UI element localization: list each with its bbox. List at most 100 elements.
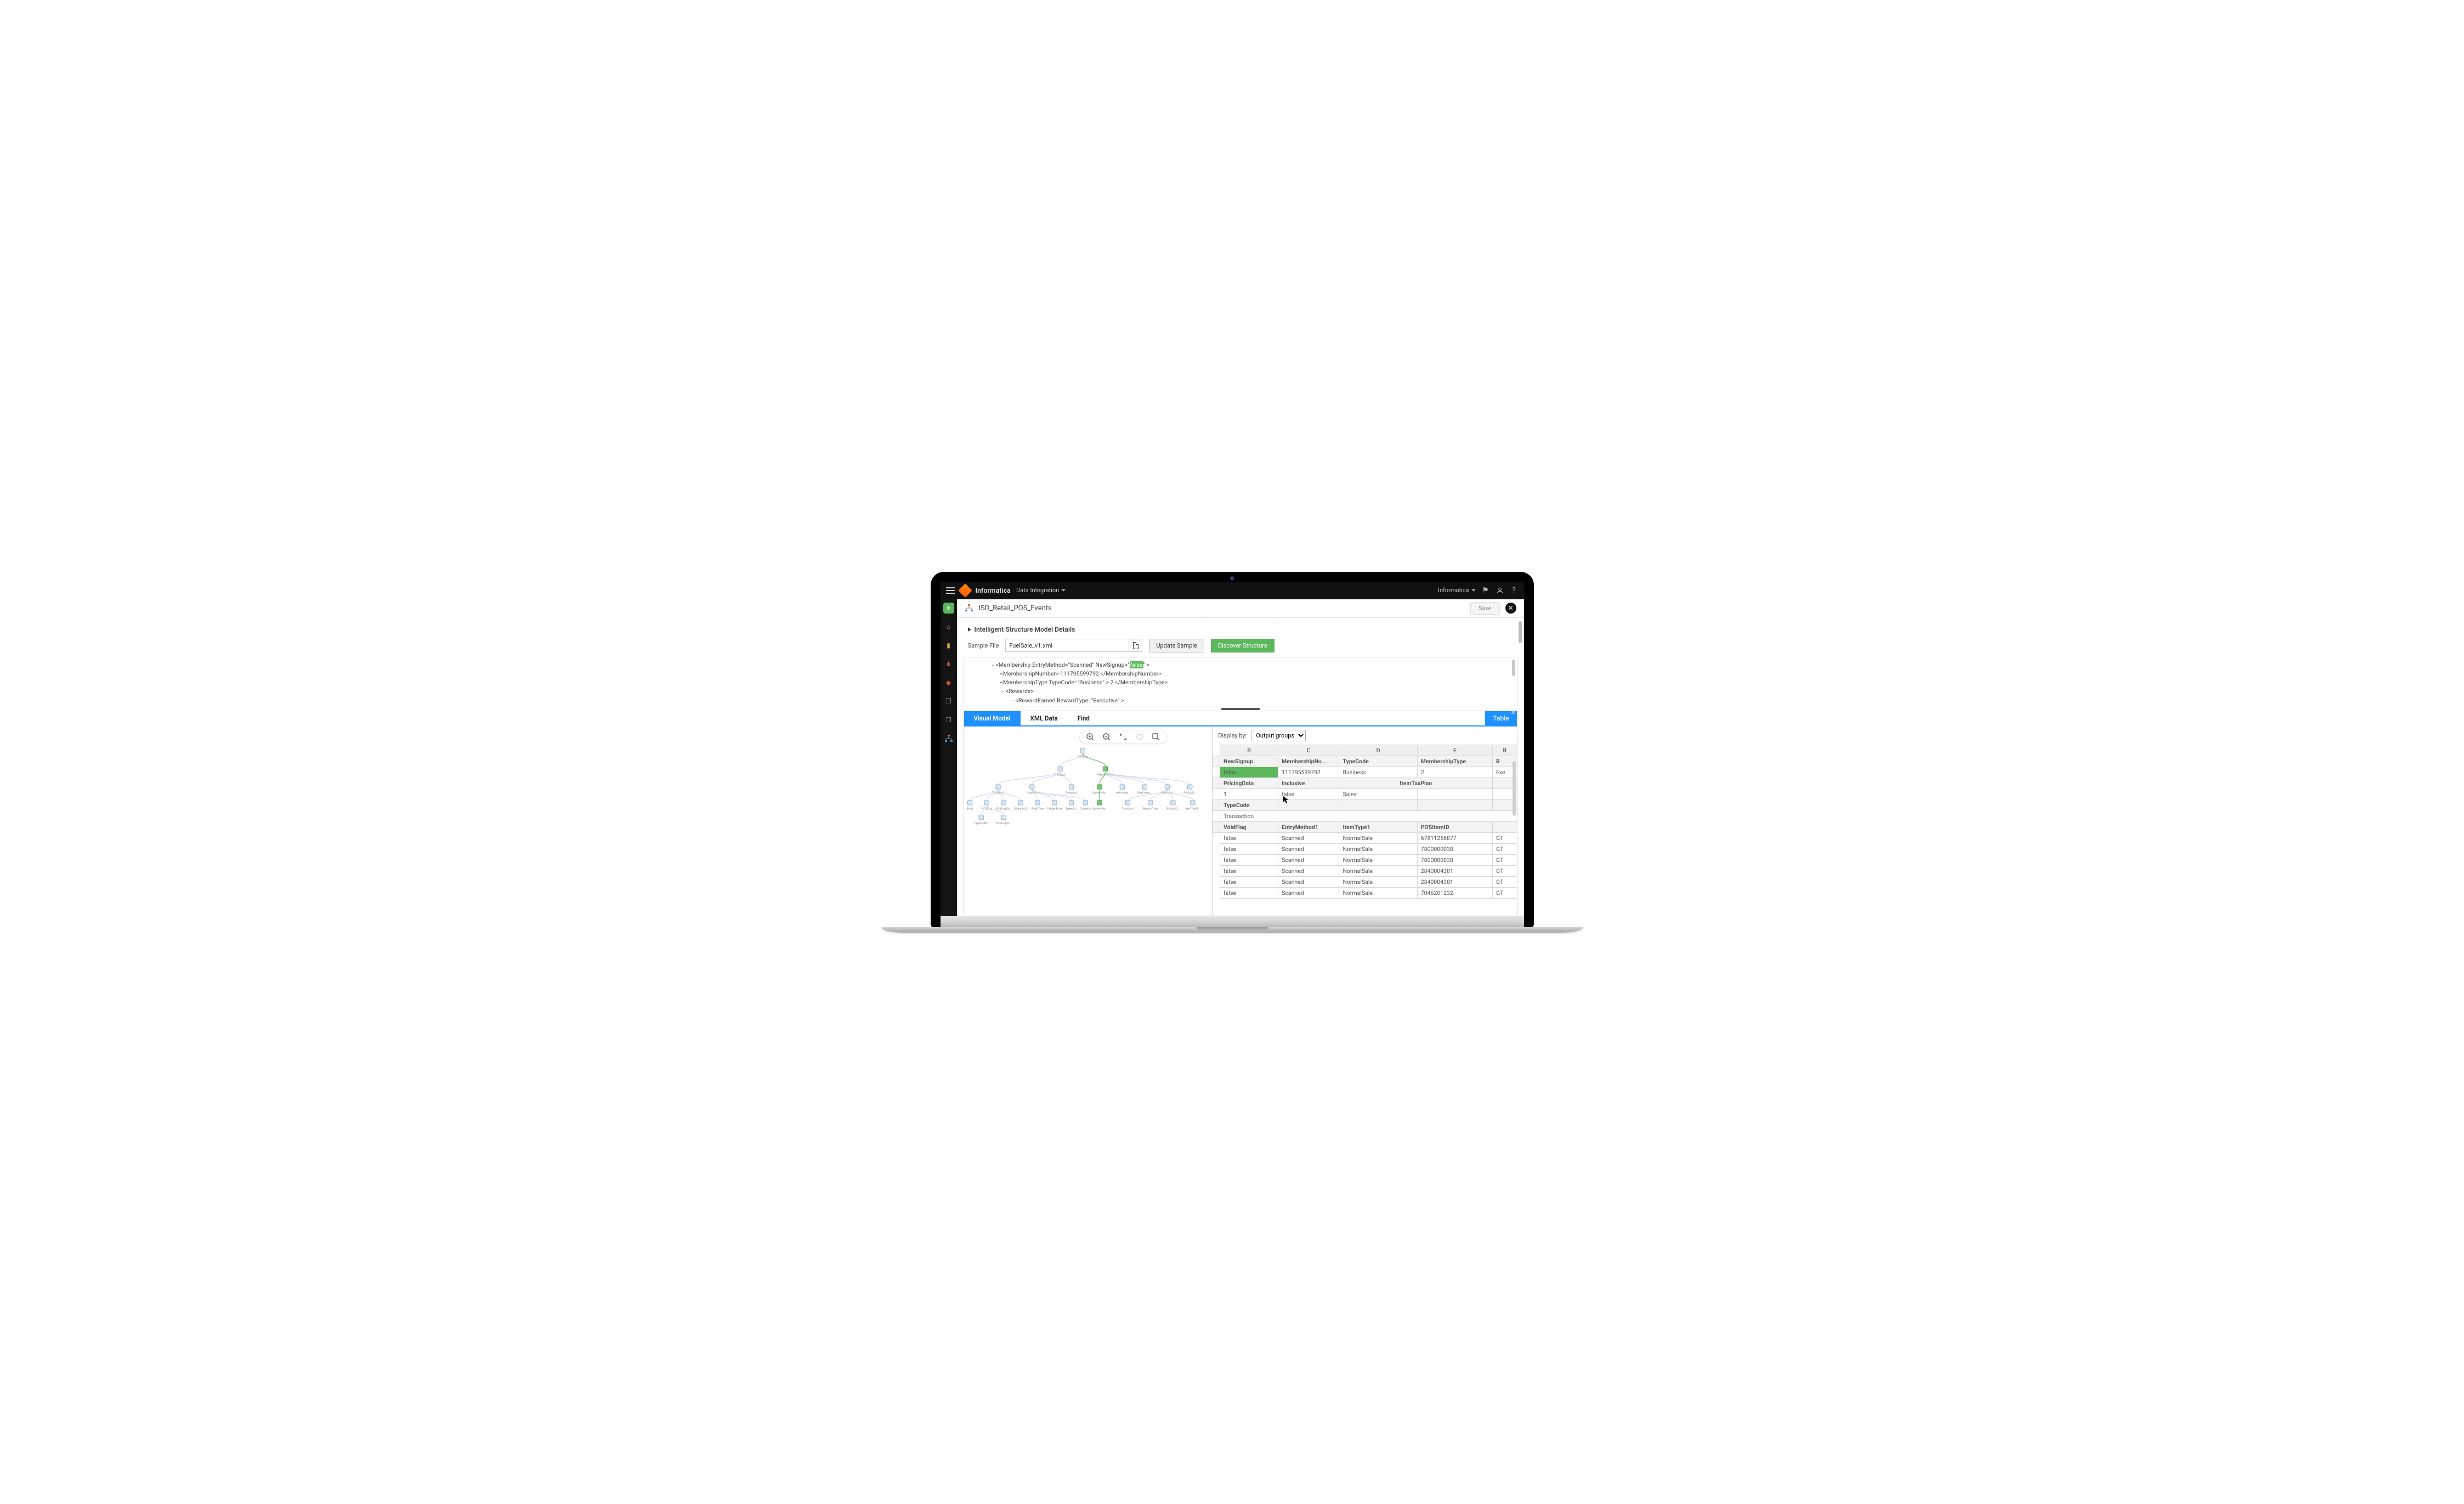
- brand-name: Informatica: [976, 587, 1011, 594]
- data-grid-wrap: B C D E R: [1213, 745, 1516, 916]
- grid-data-row[interactable]: falseScannedNormalSale2840004381GT: [1213, 865, 1517, 876]
- xml-line: " >: [1143, 661, 1149, 668]
- zoom-out-icon[interactable]: [1102, 732, 1112, 742]
- svg-text:Body: Body: [966, 807, 973, 810]
- svg-text:TypeCodeE: TypeCodeE: [974, 822, 988, 825]
- model-tabs: Visual Model XML Data Find Table ✕: [964, 711, 1517, 727]
- save-button[interactable]: Save: [1470, 602, 1500, 615]
- locate-icon[interactable]: [1151, 732, 1161, 742]
- grid-header-row: NewSignupMembershipNu...TypeCodeMembersh…: [1213, 756, 1517, 767]
- table-view-chip[interactable]: Table ✕: [1485, 711, 1516, 725]
- laptop-frame: Informatica Data Integration Informatica…: [931, 572, 1534, 933]
- nav-home-icon[interactable]: ⌂: [943, 621, 954, 632]
- svg-text:POSLog: POSLog: [982, 807, 992, 810]
- sample-file-input-group: [1005, 639, 1142, 652]
- svg-text:PricingD...: PricingD...: [1166, 807, 1179, 810]
- doc-type-icon: [965, 604, 973, 612]
- laptop-hinge: [941, 916, 1524, 928]
- svg-text:OperatorID: OperatorID: [1013, 807, 1027, 810]
- table-chip-label: Table: [1493, 714, 1509, 722]
- sample-file-label: Sample File: [968, 642, 999, 649]
- row-handle[interactable]: [1213, 777, 1220, 788]
- xml-scrollbar[interactable]: [1512, 660, 1515, 676]
- grid-header-row: VoidFlagEntryMethod1ItemType1POSItemID: [1213, 821, 1517, 832]
- data-grid: B C D E R: [1213, 745, 1516, 899]
- document-title: ISD_Retail_POS_Events: [979, 604, 1052, 612]
- svg-text:POSLogDo...: POSLogDo...: [995, 807, 1011, 810]
- tab-xml-data[interactable]: XML Data: [1021, 711, 1068, 725]
- grid-data-row[interactable]: falseScannedNormalSale7800000038GT: [1213, 843, 1517, 854]
- left-nav: + ⌂ ▮ ⋔ ◆ ❐ ❐: [941, 599, 957, 916]
- close-button[interactable]: ✕: [1505, 603, 1516, 614]
- nav-copy2-icon[interactable]: ❐: [943, 714, 954, 725]
- display-label: Display by:: [1218, 732, 1247, 739]
- svg-text:GroceryRe...: GroceryRe...: [1092, 807, 1107, 810]
- body-scrollbar[interactable]: [1519, 621, 1522, 916]
- grid-header-row: TypeCode: [1213, 799, 1517, 810]
- row-handle[interactable]: [1213, 756, 1220, 767]
- tab-find[interactable]: Find: [1068, 711, 1100, 725]
- details-accordion[interactable]: Intelligent Structure Model Details: [964, 622, 1517, 637]
- product-switcher[interactable]: Data Integration: [1016, 587, 1066, 594]
- sample-file-input[interactable]: [1006, 642, 1129, 649]
- svg-text:RingTime: RingTime: [1032, 807, 1044, 810]
- xml-highlight: false: [1130, 661, 1143, 668]
- display-by-row: Display by: Output groups: [1213, 727, 1516, 745]
- grid-section-name-row: Transaction: [1213, 810, 1517, 821]
- zoom-in-icon[interactable]: [1085, 732, 1095, 742]
- svg-text:PricingD...: PricingD...: [1183, 791, 1196, 794]
- xml-line: <Amount> 2.72 </Amount>: [981, 705, 1500, 707]
- grid-data-row[interactable]: falseScannedNormalSale2840004381GT: [1213, 876, 1517, 887]
- app-screen: Informatica Data Integration Informatica…: [941, 582, 1524, 916]
- product-label: Data Integration: [1016, 587, 1059, 594]
- content-area: ISD_Retail_POS_Events Save ✕ Intelligent…: [957, 599, 1524, 916]
- help-icon[interactable]: ?: [1510, 586, 1519, 595]
- screen-bezel: Informatica Data Integration Informatica…: [931, 572, 1534, 928]
- row-handle[interactable]: [1213, 799, 1220, 810]
- xml-preview[interactable]: -<Membership EntryMethod="Scanned" NewSi…: [964, 657, 1517, 707]
- sample-file-row: Sample File Update Sample Discover Struc…: [964, 637, 1517, 657]
- grid-data-row[interactable]: falseScannedNormalSale67811256877GT: [1213, 832, 1517, 843]
- svg-text:eMmtKey: eMmtKey: [1116, 791, 1128, 794]
- laptop-base: [881, 927, 1583, 933]
- informatica-logo-icon: [958, 583, 972, 597]
- user-icon[interactable]: [1496, 586, 1504, 595]
- xml-line: <Membership EntryMethod="Scanned" NewSig…: [996, 661, 1130, 668]
- svg-text:SpeedO...: SpeedO...: [1065, 807, 1077, 810]
- xml-line: <MembershipNumber> 111795599792 </Member…: [981, 669, 1500, 678]
- nav-add-button[interactable]: +: [943, 603, 954, 614]
- model-panel: Visual Model XML Data Find Table ✕: [964, 711, 1517, 916]
- grid-data-row[interactable]: falseScannedNormalSale7800000038GT: [1213, 854, 1517, 865]
- svg-text:POSLogDo...: POSLogDo...: [995, 822, 1011, 825]
- flag-icon[interactable]: ⚑: [1481, 586, 1490, 595]
- grid-scrollbar[interactable]: [1513, 761, 1516, 816]
- grid-data-row[interactable]: 1falseSales: [1213, 788, 1517, 799]
- close-icon[interactable]: ✕: [1511, 710, 1515, 716]
- svg-text:ItemTaxPl...: ItemTaxPl...: [1185, 807, 1200, 810]
- tree-graph-svg: POSLogTransportMembershipTransportAddres…: [964, 744, 1207, 879]
- workspace: + ⌂ ▮ ⋔ ◆ ❐ ❐ ISD_Reta: [941, 599, 1524, 916]
- grid-data-row[interactable]: false111795599792Business2Exe: [1213, 767, 1517, 777]
- hamburger-icon[interactable]: [946, 587, 955, 594]
- org-switcher[interactable]: Informatica: [1438, 587, 1476, 594]
- nav-folder-icon[interactable]: ▮: [943, 640, 954, 651]
- visual-model-canvas[interactable]: POSLogTransportMembershipTransportAddres…: [964, 727, 1213, 916]
- svg-text:Currency: Currency: [1080, 807, 1091, 810]
- nav-connections-icon[interactable]: ⋔: [943, 659, 954, 669]
- discover-structure-button[interactable]: Discover Structure: [1211, 639, 1275, 652]
- data-pane: Display by: Output groups: [1213, 727, 1516, 916]
- update-sample-button[interactable]: Update Sample: [1149, 639, 1204, 652]
- nav-assets-icon[interactable]: ◆: [943, 677, 954, 688]
- canvas-toolbar: [1079, 730, 1167, 744]
- row-handle[interactable]: [1213, 821, 1220, 832]
- grid-data-row[interactable]: falseScannedNormalSale7046201232GT: [1213, 887, 1517, 898]
- accordion-label: Intelligent Structure Model Details: [975, 626, 1075, 633]
- body-scroll-area: Intelligent Structure Model Details Samp…: [957, 618, 1524, 916]
- fit-icon[interactable]: [1118, 732, 1128, 742]
- browse-file-icon[interactable]: [1129, 639, 1142, 651]
- refresh-icon[interactable]: [1135, 732, 1145, 742]
- nav-structure-icon[interactable]: [943, 733, 954, 744]
- nav-copy1-icon[interactable]: ❐: [943, 696, 954, 707]
- tab-visual-model[interactable]: Visual Model: [964, 711, 1021, 725]
- display-select[interactable]: Output groups: [1251, 730, 1306, 741]
